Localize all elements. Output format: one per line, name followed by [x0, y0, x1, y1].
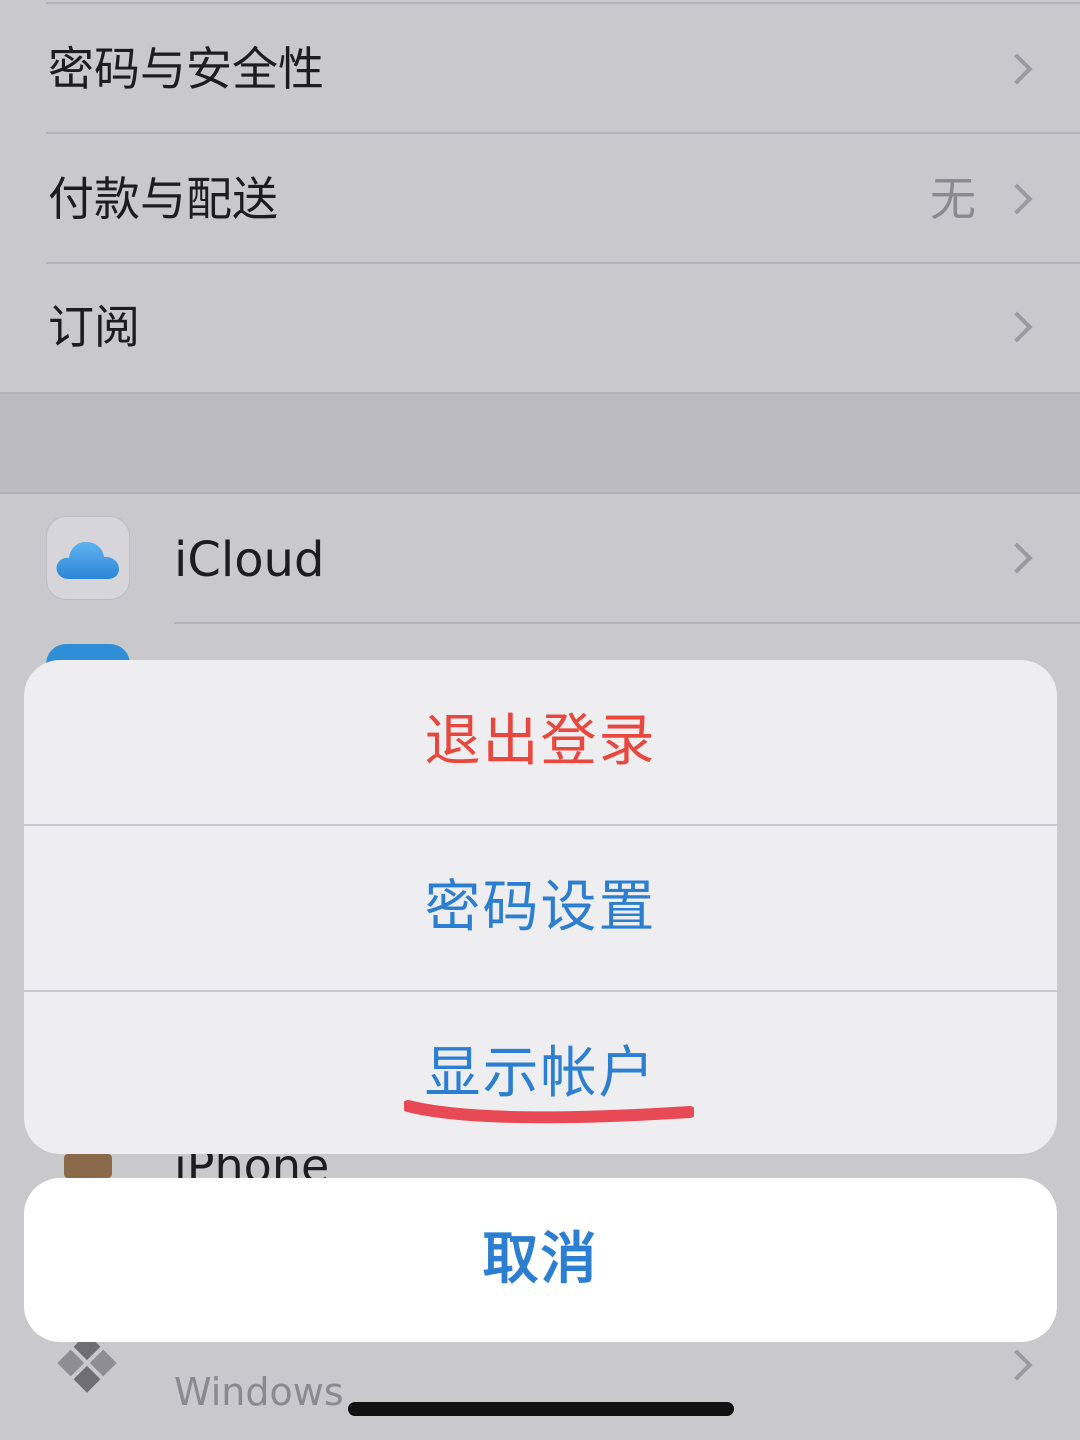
row-value: 无 — [930, 172, 976, 226]
icloud-icon — [46, 516, 130, 600]
chevron-right-icon — [1001, 542, 1033, 574]
row-subscriptions[interactable]: 订阅 — [0, 262, 1080, 392]
iphone-device-icon — [64, 1154, 112, 1178]
show-account-button[interactable]: 显示帐户 — [24, 992, 1057, 1154]
account-settings-group: 密码与安全性 付款与配送 无 订阅 — [0, 0, 1080, 392]
cancel-button[interactable]: 取消 — [24, 1178, 1057, 1342]
chevron-right-icon — [1001, 311, 1033, 343]
section-separator — [0, 392, 1080, 494]
action-sheet: 退出登录 密码设置 显示帐户 — [24, 660, 1057, 1154]
sign-out-button[interactable]: 退出登录 — [24, 660, 1057, 824]
chevron-right-icon — [1001, 53, 1033, 85]
red-underline-annotation — [404, 1100, 694, 1124]
device-windows-subtitle: Windows — [174, 1370, 344, 1414]
row-label: 订阅 — [48, 300, 140, 354]
home-indicator[interactable] — [348, 1402, 734, 1416]
row-payment-shipping[interactable]: 付款与配送 无 — [0, 134, 1080, 264]
row-label: 密码与安全性 — [48, 42, 324, 96]
icloud-label: iCloud — [174, 532, 325, 588]
chevron-right-icon — [1001, 183, 1033, 215]
row-divider — [174, 622, 1080, 624]
row-icloud[interactable]: iCloud — [0, 494, 1080, 624]
row-password-security[interactable]: 密码与安全性 — [0, 4, 1080, 134]
row-label: 付款与配送 — [48, 172, 278, 226]
password-settings-button[interactable]: 密码设置 — [24, 826, 1057, 990]
